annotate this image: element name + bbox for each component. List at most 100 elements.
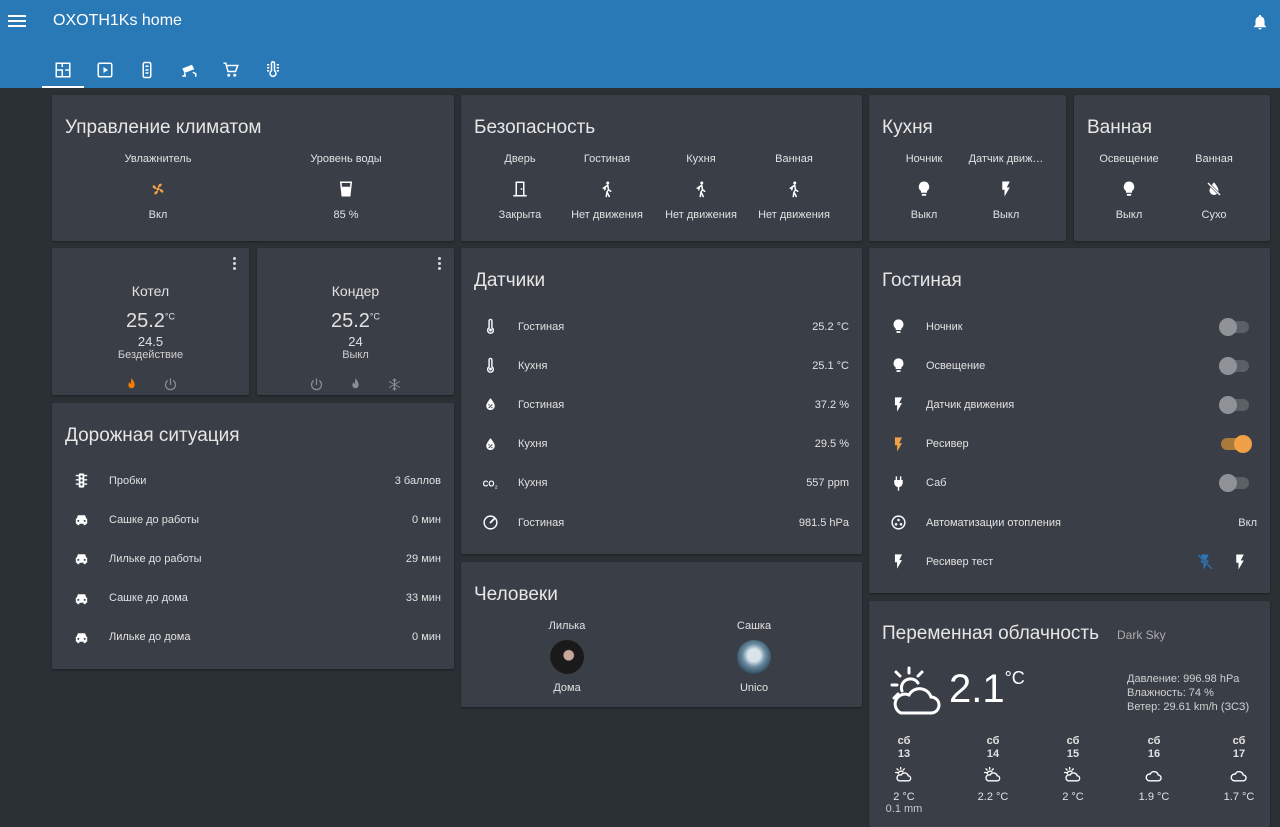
glance-state: 85 % [333,209,359,221]
thermostat-name: Кондер [331,283,380,299]
svg-text:2: 2 [494,484,497,490]
flash-icon[interactable] [1231,553,1249,571]
toggle-switch[interactable] [1219,356,1249,375]
plug-icon [889,474,907,492]
living-room-card: Гостиная Ночник Освещение Датчик движения Р… [869,248,1270,593]
bulb-icon [884,179,964,199]
fire-icon[interactable] [348,377,363,392]
power-icon[interactable] [309,377,324,392]
glance-state: Вкл [148,209,168,221]
entity-label: Ресивер тест [926,555,994,568]
glance-item[interactable]: Ночник Выкл [884,153,964,221]
cloud-icon [1209,765,1269,787]
entity-row[interactable]: Лильке до дома 0 мин [52,618,454,657]
entity-row[interactable]: Лильке до работы 29 мин [52,539,454,578]
more-options-icon[interactable] [438,257,442,272]
menu-icon[interactable] [8,13,26,29]
toggle-switch[interactable] [1219,395,1249,414]
entity-row[interactable]: Гостиная 37.2 % [461,385,862,424]
entity-label: Лильке до дома [109,631,191,644]
thermometer-lines-tab[interactable] [252,52,294,88]
traffic-card: Дорожная ситуация Пробки 3 баллов Сашке до… [52,403,454,669]
person-state: Дома [553,682,581,694]
hvac-mode: Бездействие [117,349,184,361]
play-tab[interactable] [84,52,126,88]
card-title: Управление климатом [65,117,262,138]
snowflake-icon[interactable] [387,377,402,392]
entity-row[interactable]: Ночник [869,307,1270,346]
entity-row[interactable]: Кухня 25.1 °C [461,346,862,385]
entity-row[interactable]: Гостиная 981.5 hPa [461,503,862,542]
entity-row[interactable]: Пробки 3 баллов [52,461,454,500]
security-card: Безопасность Дверь Закрыта Гостиная Нет дви… [461,95,862,241]
bulb-icon [889,357,907,375]
car-icon [72,589,90,607]
forecast-day: сб 13 2 °C 0.1 mm [874,735,934,815]
glance-item[interactable]: Гостиная Нет движения [567,153,647,221]
entity-row[interactable]: Сашке до работы 0 мин [52,500,454,539]
water-percent-icon [481,435,499,453]
entity-value: Вкл [1238,516,1257,529]
glance-item[interactable]: Кухня Нет движения [661,153,741,221]
entity-row[interactable]: Ресивер тест [869,542,1270,581]
forecast-date: 16 [1147,748,1161,760]
fan-icon [108,179,208,199]
entity-row[interactable]: Датчик движения [869,385,1270,424]
forecast-date: 13 [897,748,911,760]
partly-cloudy-icon [1043,765,1103,787]
glance-item[interactable]: Датчик движ… Выкл [966,153,1046,221]
entity-row[interactable]: Автоматизации отопления Вкл [869,503,1270,542]
entity-label: Кухня [518,477,548,490]
glance-name: Дверь [504,153,536,165]
thermometer-lines-icon [264,61,282,79]
entity-value: 25.2 °C [812,320,849,333]
mode-buttons [257,377,454,392]
glance-name: Ванная [775,153,813,165]
forecast-weekday: сб [986,735,1000,747]
toggle-switch[interactable] [1219,474,1249,493]
entity-label: Автоматизации отопления [926,516,1061,529]
temperature-unit: °C [164,311,176,322]
flash-off-icon[interactable] [1196,553,1214,571]
person-state: Unico [739,682,769,694]
remote-tab[interactable] [126,52,168,88]
forecast-date: 15 [1066,748,1080,760]
partly-cloudy-icon [963,765,1023,787]
person-badge[interactable]: Сашка Unico [714,620,794,694]
entity-row[interactable]: Ресивер [869,425,1270,464]
toggle-switch[interactable] [1221,435,1252,454]
weather-condition: Переменная облачность [882,623,1099,644]
entity-label: Ночник [926,320,963,333]
temperature-unit: °C [369,311,381,322]
forecast-day: сб 16 1.9 °C [1124,735,1184,803]
glance-item[interactable]: Уровень воды 85 % [296,153,396,221]
glance-item[interactable]: Ванная Сухо [1174,153,1254,221]
notifications-icon[interactable] [1251,12,1269,32]
glance-item[interactable]: Увлажнитель Вкл [108,153,208,221]
floorplan-tab[interactable] [42,52,84,88]
person-badge[interactable]: Лилька Дома [527,620,607,694]
entity-row[interactable]: Кухня 29.5 % [461,425,862,464]
entity-row[interactable]: CO 2 Кухня 557 ppm [461,464,862,503]
card-title: Ванная [1087,117,1153,138]
toggle-switch[interactable] [1219,317,1249,336]
glance-state: Сухо [1201,209,1227,221]
glance-state: Выкл [992,209,1020,221]
power-icon[interactable] [163,377,178,392]
entity-row[interactable]: Гостиная 25.2 °C [461,307,862,346]
glance-name: Ванная [1195,153,1233,165]
glance-item[interactable]: Дверь Закрыта [480,153,560,221]
entity-row[interactable]: Освещение [869,346,1270,385]
entity-label: Датчик движения [926,398,1015,411]
glance-item[interactable]: Освещение Выкл [1089,153,1169,221]
glance-item[interactable]: Ванная Нет движения [754,153,834,221]
cctv-tab[interactable] [168,52,210,88]
weather-temperature: 2.1°C [949,667,1025,712]
fire-icon[interactable] [124,377,139,392]
entity-row[interactable]: Саб [869,464,1270,503]
entity-value: 37.2 % [814,398,849,411]
more-options-icon[interactable] [233,257,237,272]
current-temperature: 25.2 [125,310,165,332]
cart-tab[interactable] [210,52,252,88]
entity-row[interactable]: Сашке до дома 33 мин [52,579,454,618]
